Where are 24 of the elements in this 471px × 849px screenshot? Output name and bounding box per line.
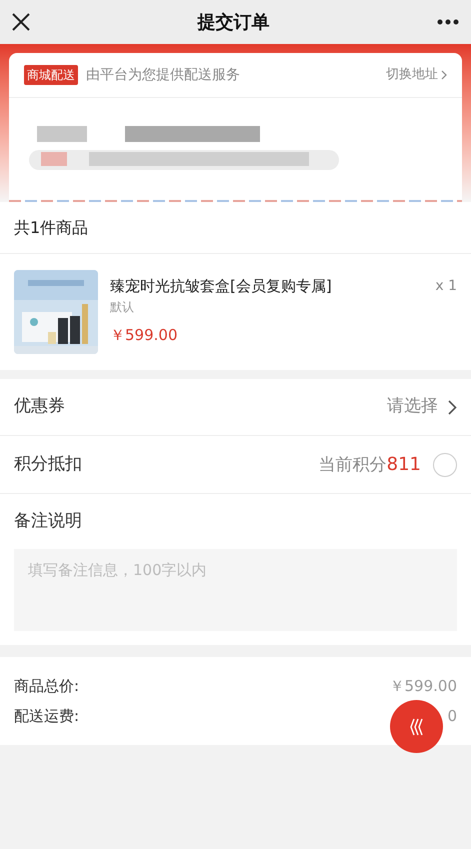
chevron-icon <box>448 400 457 414</box>
product-spec: 默认 <box>110 299 134 316</box>
product-name: 臻宠时光抗皱套盒[会员复购专属] <box>110 276 332 296</box>
product-price: ￥599.00 <box>110 325 178 346</box>
points-label: 积分抵扣 <box>14 452 82 476</box>
page-title: 提交订单 <box>198 10 270 34</box>
close-icon[interactable] <box>12 13 30 31</box>
remark-label: 备注说明 <box>14 510 82 533</box>
coupon-row[interactable]: 优惠券 请选择 <box>0 379 471 436</box>
total-label: 商品总价: <box>14 676 80 697</box>
goods-count: 共1件商品 <box>14 216 88 238</box>
total-value: 0 <box>447 706 457 727</box>
points-balance: 当前积分811 <box>318 452 421 477</box>
waves-icon <box>408 718 424 736</box>
switch-address-link[interactable]: 切换地址 <box>386 65 447 85</box>
total-label: 配送运费: <box>14 706 80 727</box>
remark-field[interactable]: 填写备注信息，100字以内 <box>14 549 457 631</box>
delivery-note: 由平台为您提供配送服务 <box>86 66 240 84</box>
more-icon[interactable] <box>437 19 459 25</box>
chevron-icon <box>441 70 447 80</box>
total-value: ￥599.00 <box>390 676 457 697</box>
quantity: x 1 <box>435 277 457 296</box>
delivery-badge: 商城配送 <box>24 65 78 85</box>
points-radio[interactable] <box>433 452 457 476</box>
